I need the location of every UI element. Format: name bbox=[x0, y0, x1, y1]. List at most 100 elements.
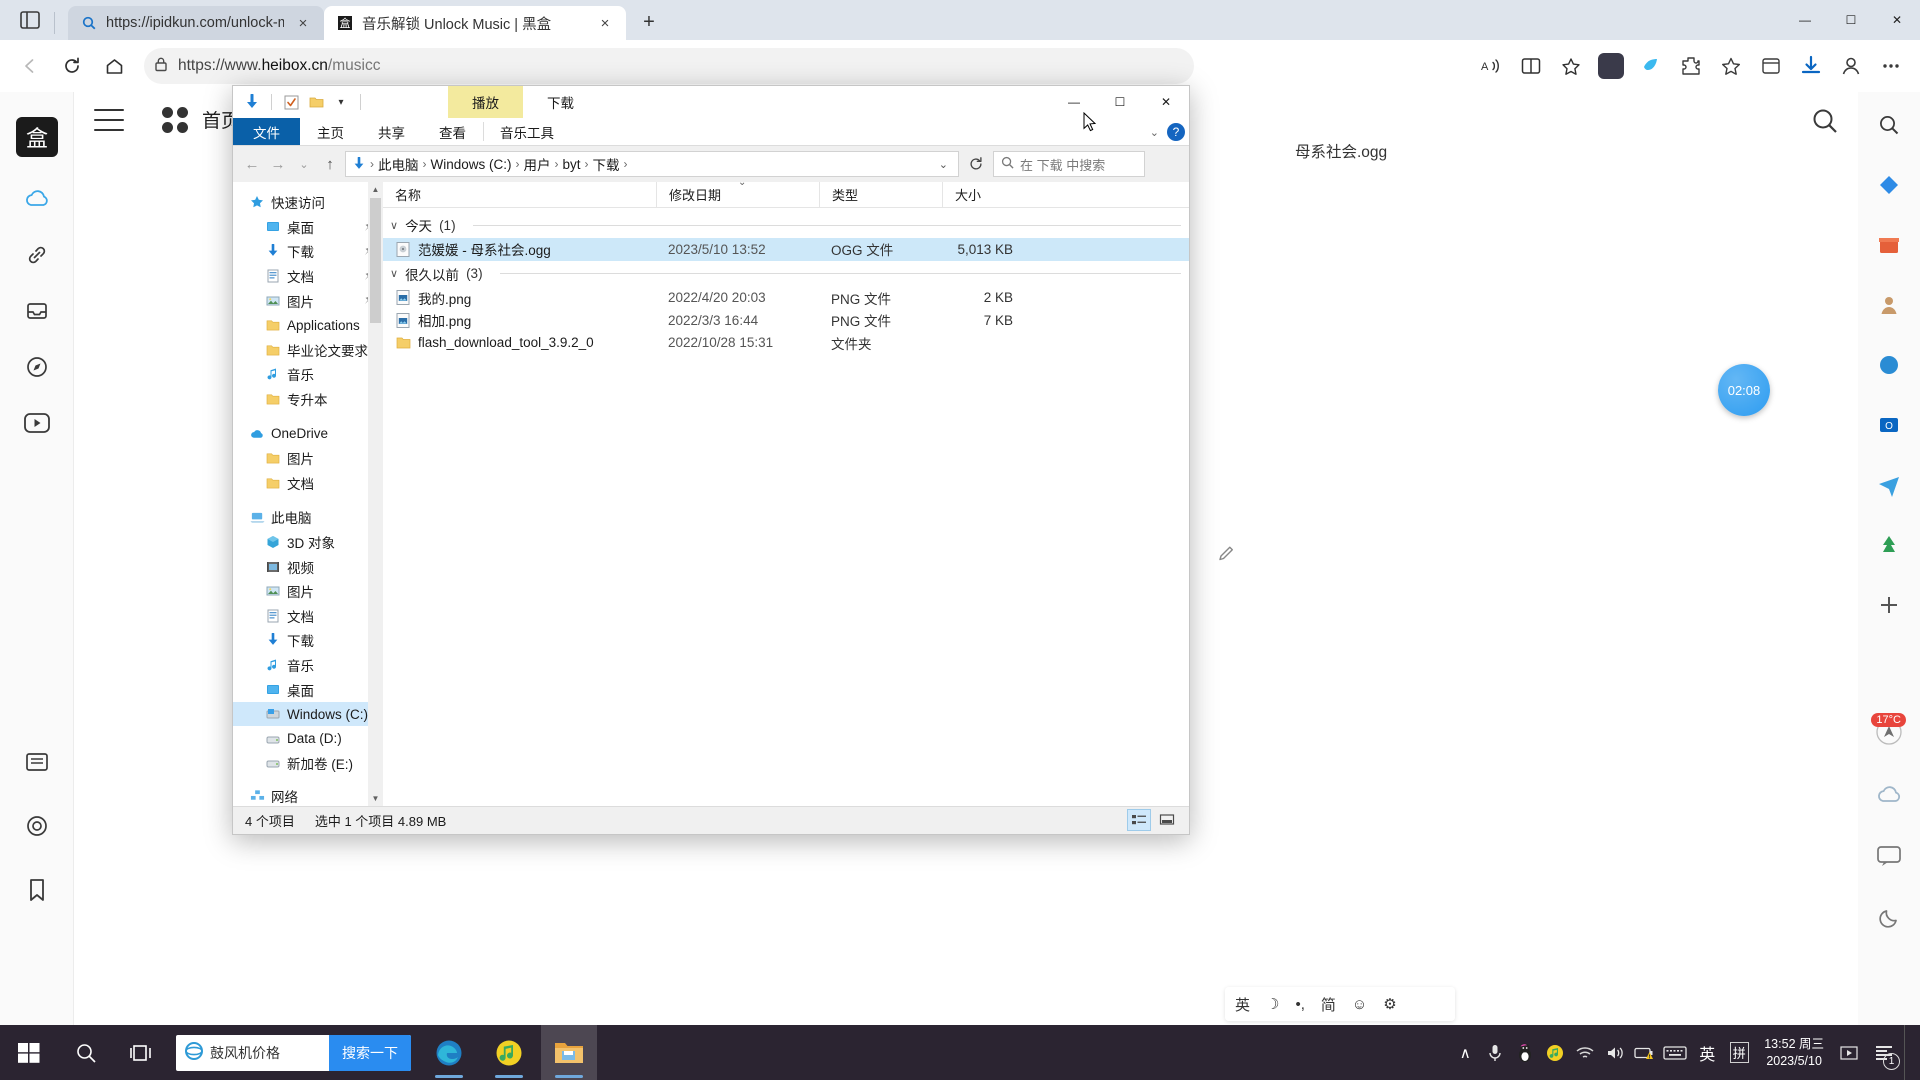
diamond-icon[interactable] bbox=[1872, 168, 1906, 202]
chevron-down-icon[interactable]: ⌄ bbox=[1150, 126, 1159, 139]
chevron-down-icon[interactable]: ∨ bbox=[390, 219, 398, 232]
chat-icon[interactable] bbox=[1872, 839, 1906, 873]
edit-icon[interactable] bbox=[1210, 537, 1244, 571]
show-desktop-button[interactable] bbox=[1904, 1025, 1912, 1080]
sidebar-item-onedrive-documents[interactable]: 文档 bbox=[233, 471, 383, 496]
column-header-type[interactable]: 类型 bbox=[819, 182, 942, 208]
browser-tab-2[interactable]: 盒 音乐解锁 Unlock Music | 黑盒 × bbox=[324, 6, 626, 40]
extension-bird-icon[interactable] bbox=[1632, 47, 1670, 85]
breadcrumb-item-users[interactable]: 用户 bbox=[524, 154, 551, 174]
sidebar-item-windows-c[interactable]: Windows (C:) bbox=[233, 702, 383, 727]
keyboard-icon[interactable] bbox=[1660, 1025, 1690, 1080]
scroll-up-icon[interactable]: ▲ bbox=[368, 182, 383, 197]
scroll-down-icon[interactable]: ▼ bbox=[368, 791, 383, 806]
nav-back-icon[interactable]: ← bbox=[241, 152, 263, 176]
table-row[interactable]: flash_download_tool_3.9.2_0 2022/10/28 1… bbox=[383, 332, 1189, 355]
avatar[interactable] bbox=[1832, 47, 1870, 85]
clock[interactable]: 13:52 周三 2023/5/10 bbox=[1754, 1036, 1834, 1070]
microphone-icon[interactable] bbox=[1480, 1025, 1510, 1080]
breadcrumb-item-thispc[interactable]: 此电脑 bbox=[378, 154, 419, 174]
link-icon[interactable] bbox=[22, 240, 52, 270]
group-header-long-ago[interactable]: ∨ 很久以前 (3) bbox=[383, 261, 1189, 287]
taskbar-app-file-explorer[interactable] bbox=[541, 1025, 597, 1080]
breadcrumb-item-byt[interactable]: byt bbox=[563, 157, 581, 172]
ribbon-tab-file[interactable]: 文件 bbox=[233, 118, 300, 145]
collections-icon[interactable] bbox=[1592, 47, 1630, 85]
audio-time-bubble[interactable]: 02:08 bbox=[1718, 364, 1770, 416]
ribbon-tab-home[interactable]: 主页 bbox=[300, 118, 361, 145]
sidebar-item-zhuanshengben[interactable]: 专升本 bbox=[233, 387, 383, 412]
sidebar-item-data-d[interactable]: Data (D:) bbox=[233, 726, 383, 751]
sidebar-item-documents-pc[interactable]: 文档 bbox=[233, 604, 383, 629]
favorite-icon[interactable] bbox=[1552, 47, 1590, 85]
breadcrumb-item-downloads[interactable]: 下载 bbox=[593, 154, 620, 174]
address-bar[interactable]: https://www.heibox.cn/musicc bbox=[144, 48, 1194, 84]
reload-icon[interactable] bbox=[52, 46, 92, 86]
tree-icon[interactable] bbox=[1872, 528, 1906, 562]
new-tab-button[interactable]: + bbox=[632, 7, 666, 37]
column-header-size[interactable]: 大小 bbox=[942, 182, 1017, 208]
person-icon[interactable] bbox=[1872, 288, 1906, 322]
chevron-down-icon[interactable]: ∨ bbox=[390, 267, 398, 280]
new-folder-icon[interactable] bbox=[307, 93, 325, 111]
minimize-button[interactable]: — bbox=[1782, 0, 1828, 40]
back-icon[interactable] bbox=[10, 46, 50, 86]
sidebar-item-thesis[interactable]: 毕业论文要求与模 bbox=[233, 338, 383, 363]
browser-favorites-icon[interactable] bbox=[1712, 47, 1750, 85]
ime-mode-indicator[interactable]: 拼 bbox=[1724, 1025, 1754, 1080]
outlook-icon[interactable]: O bbox=[1872, 408, 1906, 442]
browser-settings-icon[interactable] bbox=[1872, 47, 1910, 85]
spiral-icon[interactable] bbox=[22, 811, 52, 841]
nav-up-icon[interactable]: ↑ bbox=[319, 152, 341, 176]
ime-settings-icon[interactable]: ⚙ bbox=[1383, 995, 1396, 1013]
close-icon[interactable]: × bbox=[594, 12, 616, 34]
nav-group-onedrive[interactable]: OneDrive bbox=[233, 421, 383, 446]
bookmark-icon[interactable] bbox=[22, 875, 52, 905]
close-icon[interactable]: × bbox=[292, 12, 314, 34]
sidebar-item-music[interactable]: 音乐 bbox=[233, 362, 383, 387]
menu-icon[interactable] bbox=[94, 109, 124, 131]
site-logo[interactable]: 盒 bbox=[12, 114, 62, 160]
maximize-button[interactable]: ☐ bbox=[1097, 86, 1143, 118]
downloads-icon[interactable] bbox=[1792, 47, 1830, 85]
show-hidden-icons-chevron[interactable]: ∧ bbox=[1450, 1025, 1480, 1080]
browser-collections-icon[interactable] bbox=[1752, 47, 1790, 85]
ribbon-tab-view[interactable]: 查看 bbox=[422, 118, 483, 145]
ime-mode[interactable]: 简 bbox=[1321, 994, 1336, 1015]
sidebar-item-onedrive-pictures[interactable]: 图片 bbox=[233, 446, 383, 471]
chevron-down-icon[interactable]: ▾ bbox=[332, 93, 350, 111]
sidebar-item-pictures[interactable]: 图片 bbox=[233, 288, 383, 313]
help-icon[interactable]: ? bbox=[1167, 123, 1185, 141]
cloud-icon[interactable] bbox=[22, 184, 52, 214]
details-view-icon[interactable] bbox=[1127, 809, 1151, 831]
inbox-icon[interactable] bbox=[22, 296, 52, 326]
group-header-today[interactable]: ∨ 今天 (1) bbox=[383, 212, 1189, 238]
column-header-name[interactable]: 名称 bbox=[383, 182, 656, 208]
search-query-area[interactable]: 鼓风机价格 bbox=[176, 1041, 329, 1064]
page-search-icon[interactable] bbox=[1810, 106, 1840, 141]
qq-penguin-icon[interactable] bbox=[1510, 1025, 1540, 1080]
volume-icon[interactable] bbox=[1600, 1025, 1630, 1080]
task-view-icon[interactable] bbox=[114, 1025, 170, 1080]
ime-language-indicator[interactable]: 英 bbox=[1690, 1025, 1724, 1080]
close-button[interactable]: ✕ bbox=[1874, 0, 1920, 40]
ime-language[interactable]: 英 bbox=[1235, 994, 1250, 1015]
moon-icon[interactable] bbox=[1872, 901, 1906, 935]
notifications-icon[interactable]: 1 bbox=[1864, 1025, 1904, 1080]
sidebar-item-pictures-pc[interactable]: 图片 bbox=[233, 579, 383, 604]
nav-group-network[interactable]: 网络 bbox=[233, 784, 383, 806]
sidebar-item-desktop-pc[interactable]: 桌面 bbox=[233, 677, 383, 702]
breadcrumb-item-c-drive[interactable]: Windows (C:) bbox=[431, 157, 512, 172]
ime-punctuation-icon[interactable]: •, bbox=[1295, 996, 1304, 1013]
close-button[interactable]: ✕ bbox=[1143, 86, 1189, 118]
split-screen-icon[interactable] bbox=[1512, 47, 1550, 85]
weather-icon[interactable] bbox=[1872, 777, 1906, 811]
battery-warning-icon[interactable] bbox=[1630, 1025, 1660, 1080]
search-icon[interactable] bbox=[58, 1025, 114, 1080]
maximize-button[interactable]: ☐ bbox=[1828, 0, 1874, 40]
ime-moon-icon[interactable]: ☽ bbox=[1266, 995, 1279, 1013]
sidebar-item-downloads-pc[interactable]: 下载 bbox=[233, 628, 383, 653]
taskbar-app-edge[interactable] bbox=[421, 1025, 477, 1080]
nav-pane-scrollbar[interactable]: ▲ ▼ bbox=[368, 182, 383, 806]
refresh-icon[interactable] bbox=[963, 151, 989, 177]
